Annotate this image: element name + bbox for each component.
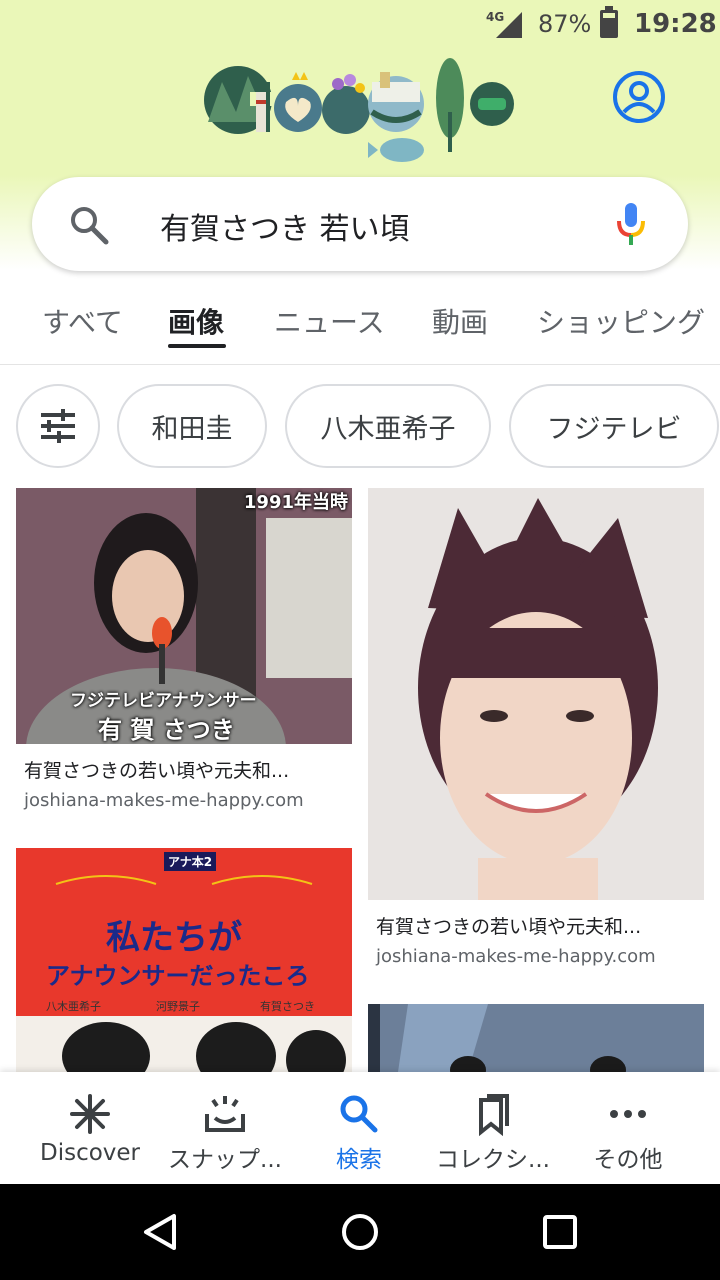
book-author-1: 八木亜希子 — [46, 1000, 101, 1013]
recents-icon[interactable] — [542, 1214, 578, 1250]
search-tabs: すべて 画像 ニュース 動画 ショッピング — [0, 285, 720, 365]
search-icon[interactable] — [68, 204, 110, 246]
nav-snapshot[interactable]: スナップ... — [153, 1072, 297, 1184]
search-icon — [340, 1095, 378, 1133]
active-tab-indicator — [168, 344, 226, 348]
chip-related-1[interactable]: 和田圭 — [117, 384, 267, 468]
image-caption-role: フジテレビアナウンサー — [70, 691, 257, 711]
result-image-2[interactable] — [368, 488, 704, 900]
result-title-2[interactable]: 有賀さつきの若い頃や元夫和... — [376, 912, 641, 939]
system-navigation-bar — [0, 1184, 720, 1280]
tab-shopping[interactable]: ショッピング — [537, 301, 720, 341]
more-dots-icon — [610, 1110, 646, 1118]
book-ornament — [55, 875, 313, 885]
bottom-navigation: Discover スナップ... 検索 コレクシ... その他 — [0, 1072, 720, 1184]
clock: 19:28 — [634, 9, 717, 39]
nav-search[interactable]: 検索 — [287, 1072, 431, 1184]
result-title-1[interactable]: 有賀さつきの若い頃や元夫和... — [24, 756, 289, 783]
nav-collections-label: コレクシ... — [436, 1147, 550, 1173]
microphone-icon[interactable] — [616, 201, 646, 247]
snapshot-icon — [205, 1096, 245, 1132]
result-image-1[interactable]: 1991年当時 フジテレビアナウンサー 有 賀 さつき — [16, 488, 352, 744]
book-author-2: 河野景子 — [156, 1000, 200, 1013]
tab-news[interactable]: ニュース — [274, 301, 385, 341]
chip-related-3[interactable]: フジテレビ — [509, 384, 719, 468]
nav-collections[interactable]: コレクシ... — [421, 1072, 565, 1184]
nav-search-label: 検索 — [336, 1147, 382, 1173]
book-photo — [16, 1016, 352, 1072]
tab-images[interactable]: 画像 — [168, 301, 224, 341]
tab-all[interactable]: すべて — [42, 301, 123, 341]
nav-discover[interactable]: Discover — [18, 1072, 162, 1184]
chip-related-2[interactable]: 八木亜希子 — [285, 384, 491, 468]
nav-more[interactable]: その他 — [556, 1072, 700, 1184]
google-doodle-logo[interactable] — [200, 52, 520, 172]
result-image-3[interactable]: アナ本2 私たちが アナウンサーだったころ 八木亜希子 河野景子 有賀さつき — [16, 848, 352, 1072]
asterisk-icon — [70, 1094, 110, 1134]
nav-discover-label: Discover — [39, 1140, 141, 1166]
tune-icon — [41, 409, 75, 443]
back-icon[interactable] — [140, 1212, 180, 1252]
result-image-4-graphic — [368, 1004, 704, 1072]
result-image-2-graphic — [368, 488, 704, 900]
result-source-1[interactable]: joshiana-makes-me-happy.com — [24, 790, 304, 811]
account-icon[interactable] — [612, 70, 666, 124]
search-box[interactable]: 有賀さつき 若い頃 — [32, 177, 688, 271]
result-source-2[interactable]: joshiana-makes-me-happy.com — [376, 946, 656, 967]
result-image-4[interactable] — [368, 1004, 704, 1072]
battery-percent: 87% — [538, 10, 592, 38]
book-author-3: 有賀さつき — [260, 1000, 315, 1013]
battery-icon — [600, 6, 618, 38]
nav-snapshot-label: スナップ... — [168, 1147, 282, 1173]
image-caption-year: 1991年当時 — [243, 492, 348, 513]
home-icon[interactable] — [340, 1212, 380, 1252]
tab-videos[interactable]: 動画 — [432, 301, 488, 341]
filter-button[interactable] — [16, 384, 100, 468]
image-caption-name: 有 賀 さつき — [98, 716, 235, 744]
book-title-line-2: アナウンサーだったころ — [46, 962, 310, 990]
book-title-line-1: 私たちが — [106, 918, 242, 958]
nav-more-label: その他 — [593, 1147, 663, 1173]
search-query-input[interactable]: 有賀さつき 若い頃 — [160, 204, 410, 248]
bookmark-icon — [479, 1094, 509, 1136]
signal-icon — [496, 12, 522, 38]
status-bar: 4G 87% 19:28 — [0, 0, 720, 50]
